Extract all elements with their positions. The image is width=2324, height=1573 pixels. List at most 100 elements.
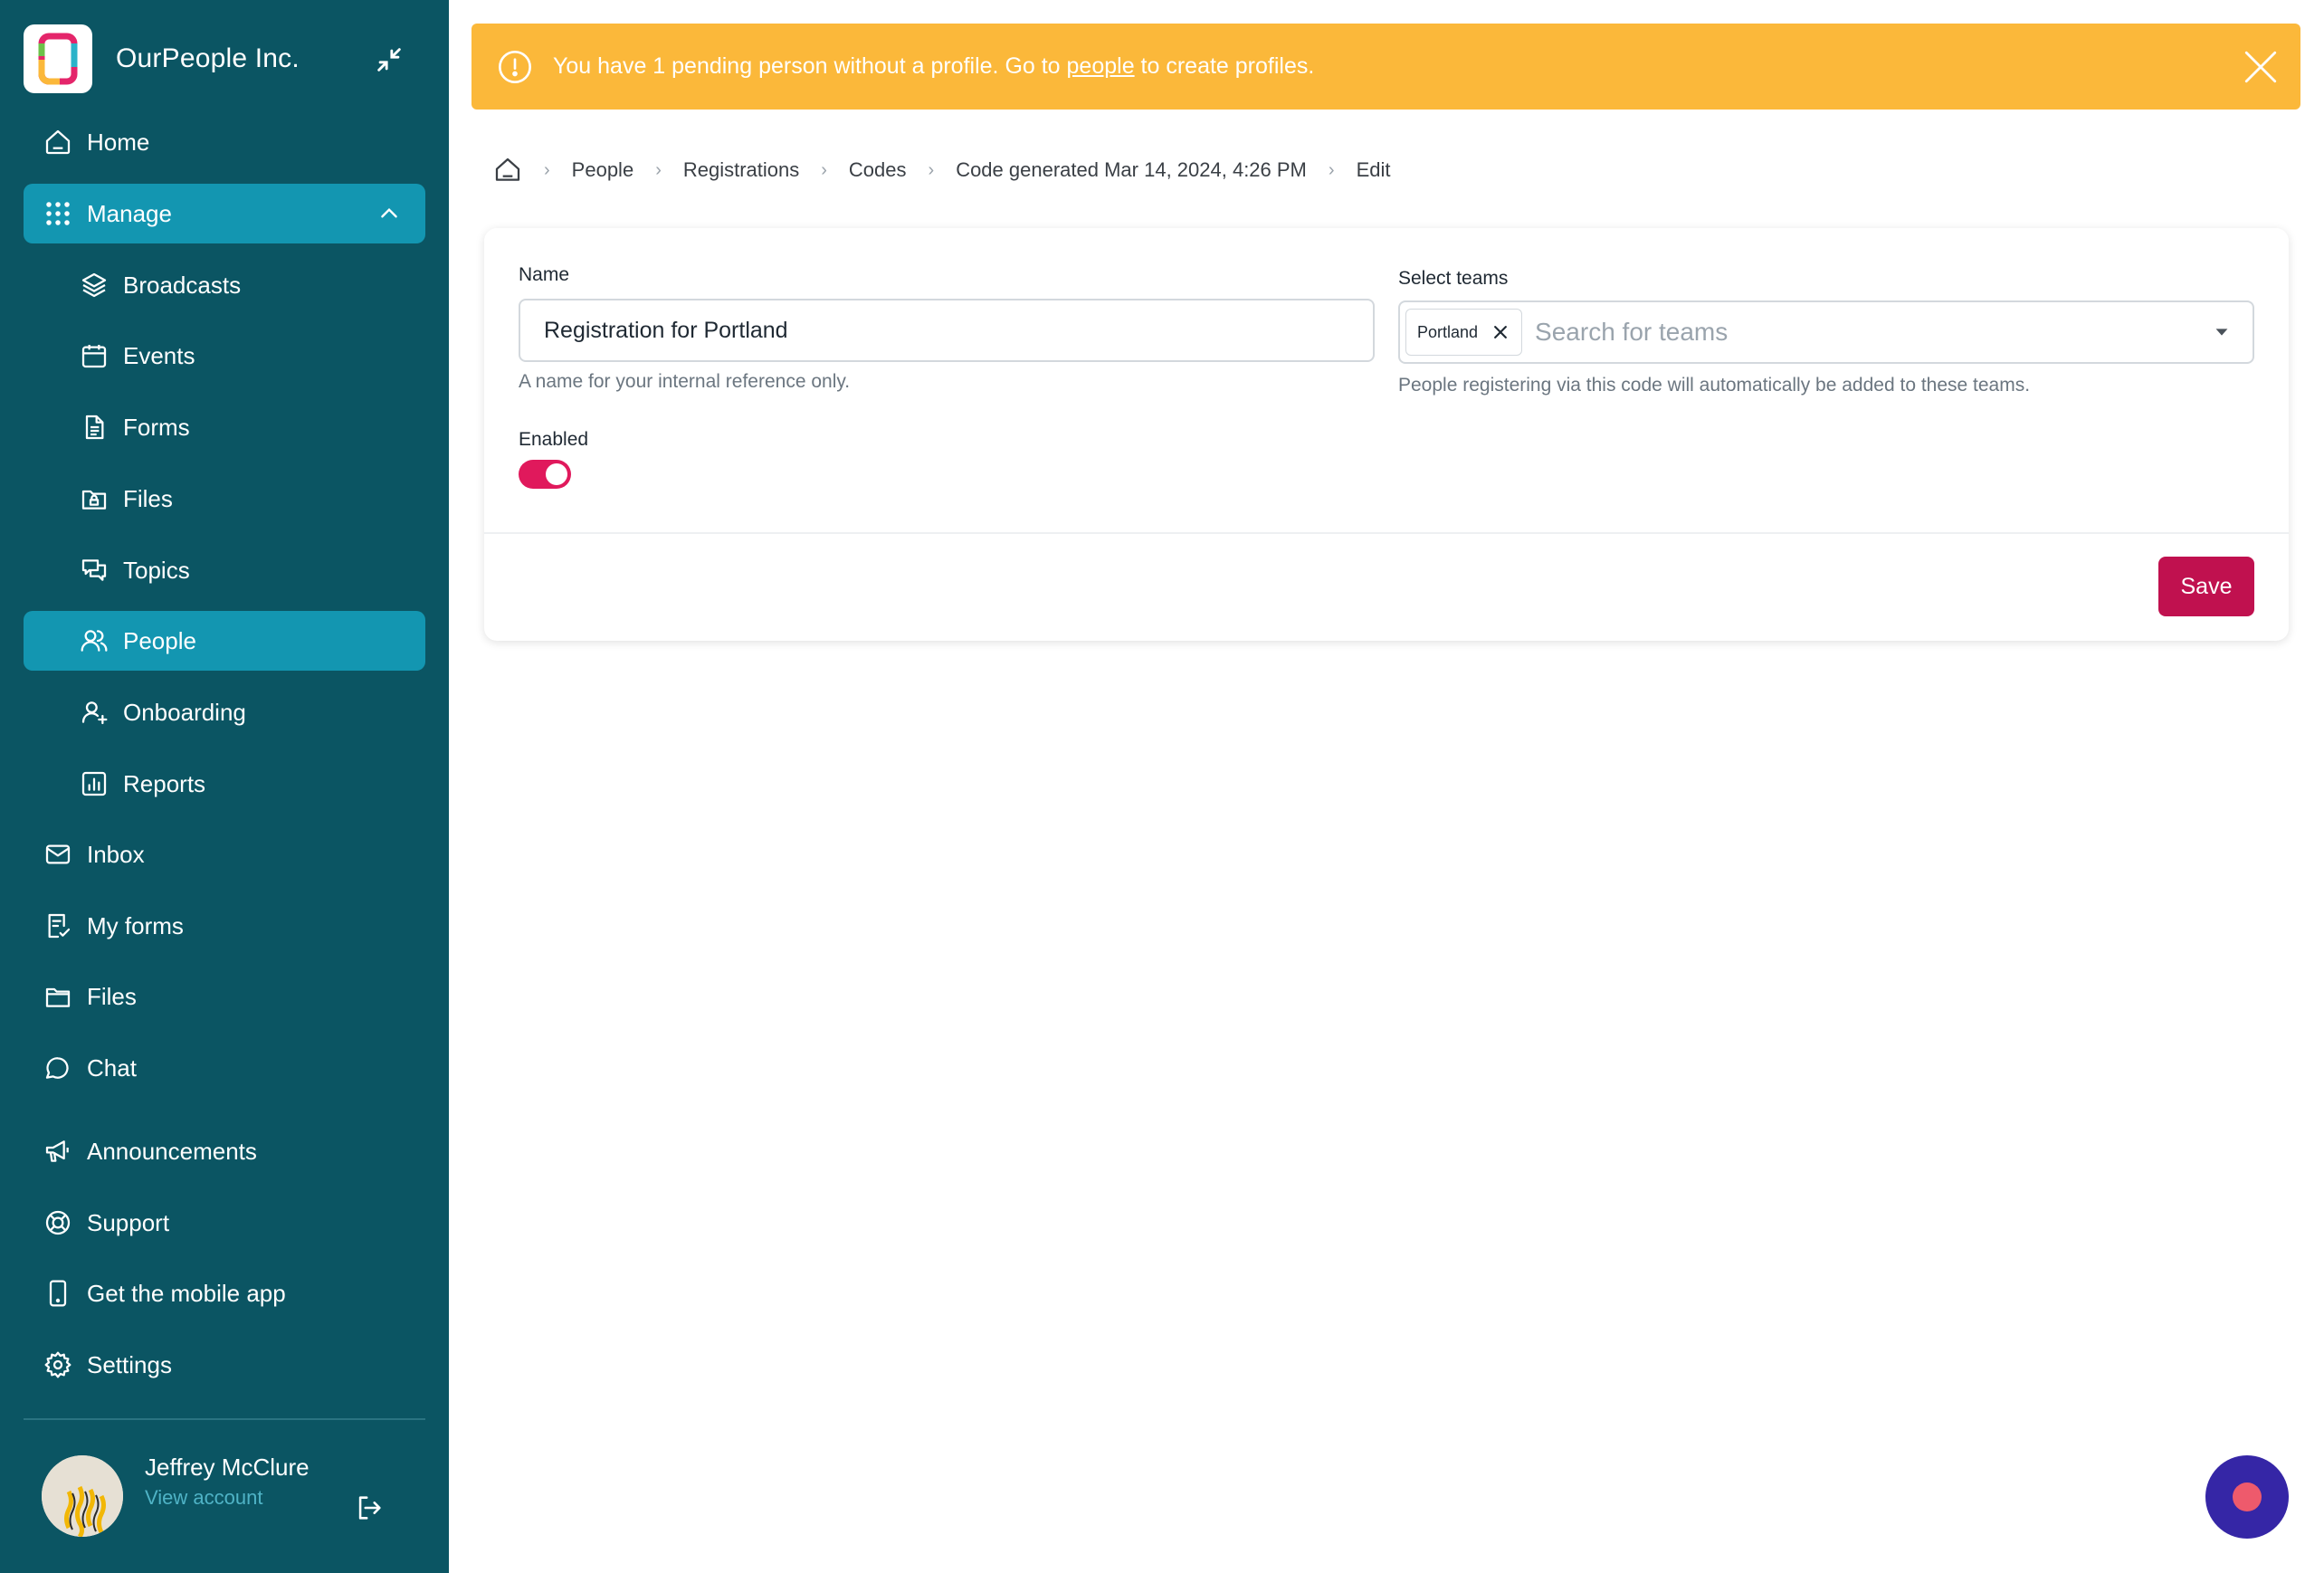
sidebar-item-forms[interactable]: Forms (24, 397, 425, 457)
collapse-icon (377, 48, 401, 72)
select-teams-label: Select teams (1398, 268, 1509, 289)
sidebar-item-label: Onboarding (123, 698, 246, 726)
home-icon (40, 124, 76, 160)
chevron-right-icon: › (655, 159, 662, 180)
sidebar-item-manage[interactable]: Manage (24, 184, 425, 243)
sidebar-item-label: People (123, 626, 196, 654)
name-input[interactable]: Registration for Portland (519, 299, 1375, 362)
remove-team-icon[interactable] (1491, 322, 1510, 342)
banner-message: You have 1 pending person without a prof… (553, 53, 1314, 80)
banner-people-link[interactable]: people (1067, 53, 1135, 79)
company-logo[interactable] (24, 24, 92, 93)
sidebar-item-label: Home (87, 128, 150, 156)
logout-icon (358, 1496, 381, 1520)
enabled-label: Enabled (519, 429, 589, 450)
sidebar-item-mobile-app[interactable]: Get the mobile app (24, 1263, 425, 1323)
enabled-toggle[interactable] (519, 460, 571, 489)
breadcrumb-people[interactable]: People (572, 158, 634, 182)
bar-chart-icon (76, 766, 112, 802)
lifebuoy-icon (40, 1205, 76, 1241)
view-account-link[interactable]: View account (145, 1486, 262, 1510)
chevron-right-icon: › (1328, 159, 1335, 180)
sidebar-item-label: Files (87, 982, 137, 1010)
sidebar-item-reports[interactable]: Reports (24, 754, 425, 814)
logout-button[interactable] (349, 1488, 389, 1528)
checklist-icon (40, 908, 76, 944)
user-name: Jeffrey McClure (145, 1454, 310, 1481)
sidebar-item-label: Settings (87, 1350, 172, 1378)
chevron-right-icon: › (821, 159, 827, 180)
user-account[interactable]: Jeffrey McClure View account (24, 1448, 425, 1548)
chevron-right-icon: › (928, 159, 935, 180)
sidebar-item-label: Chat (87, 1053, 137, 1082)
layers-icon (76, 267, 112, 303)
sidebar-item-broadcasts[interactable]: Broadcasts (24, 255, 425, 315)
sidebar-item-label: Files (123, 484, 173, 512)
brand-header: OurPeople Inc. (24, 24, 425, 94)
sidebar-item-chat[interactable]: Chat (24, 1038, 425, 1098)
grid-icon (40, 195, 76, 232)
sidebar-item-inbox[interactable]: Inbox (24, 825, 425, 884)
caret-down-icon[interactable] (2204, 314, 2240, 350)
gear-icon (40, 1347, 76, 1383)
sidebar-item-label: Inbox (87, 840, 145, 868)
teams-help-text: People registering via this code will au… (1398, 375, 2031, 396)
teams-select[interactable]: Portland Search for teams (1398, 300, 2254, 364)
megaphone-icon (40, 1133, 76, 1169)
calendar-icon (76, 338, 112, 374)
sidebar-item-label: Reports (123, 769, 206, 797)
sidebar-item-label: Topics (123, 556, 190, 584)
sidebar-item-people[interactable]: People (24, 611, 425, 671)
name-input-value: Registration for Portland (544, 317, 788, 343)
sidebar-item-files[interactable]: Files (24, 967, 425, 1026)
save-button[interactable]: Save (2158, 557, 2254, 616)
sidebar-item-label: Manage (87, 199, 172, 227)
folder-icon (40, 978, 76, 1015)
user-plus-icon (76, 694, 112, 730)
mail-icon (40, 836, 76, 872)
help-chat-button[interactable] (2205, 1455, 2289, 1539)
sidebar-divider (24, 1418, 425, 1420)
info-circle-icon (495, 47, 535, 87)
breadcrumb-edit: Edit (1356, 158, 1391, 181)
people-icon (76, 623, 112, 659)
breadcrumb-home-icon[interactable] (493, 156, 522, 185)
teams-search-input[interactable]: Search for teams (1535, 318, 2204, 347)
banner-close-button[interactable] (2239, 45, 2282, 89)
org-name: OurPeople Inc. (116, 43, 300, 73)
chevron-up-icon[interactable] (371, 195, 407, 232)
folder-lock-icon (76, 481, 112, 517)
sidebar-item-events[interactable]: Events (24, 326, 425, 386)
chat-launcher-icon (2233, 1482, 2262, 1511)
registration-edit-form: Name Registration for Portland A name fo… (484, 228, 2289, 641)
breadcrumb: › People › Registrations › Codes › Code … (493, 152, 1390, 188)
close-icon (2244, 51, 2277, 83)
team-chip-label: Portland (1417, 322, 1479, 341)
pending-profiles-banner: You have 1 pending person without a prof… (471, 24, 2300, 110)
sidebar-item-home[interactable]: Home (24, 112, 425, 172)
sidebar-item-label: Get the mobile app (87, 1279, 286, 1307)
breadcrumb-registrations[interactable]: Registrations (683, 158, 799, 182)
name-label: Name (519, 264, 570, 285)
phone-icon (40, 1275, 76, 1311)
sidebar-item-support[interactable]: Support (24, 1193, 425, 1253)
document-icon (76, 409, 112, 445)
collapse-sidebar-button[interactable] (369, 40, 409, 80)
sidebar-item-onboarding[interactable]: Onboarding (24, 682, 425, 742)
sidebar-item-my-forms[interactable]: My forms (24, 896, 425, 956)
toggle-knob (546, 463, 567, 485)
sidebar-item-manage-files[interactable]: Files (24, 469, 425, 529)
avatar[interactable] (42, 1455, 123, 1537)
sidebar-item-label: My forms (87, 911, 184, 939)
sidebar-item-settings[interactable]: Settings (24, 1335, 425, 1395)
sidebar-item-label: Announcements (87, 1137, 257, 1165)
chat-bubbles-icon (76, 552, 112, 588)
sidebar-item-label: Support (87, 1208, 170, 1236)
chat-icon (40, 1050, 76, 1086)
breadcrumb-code[interactable]: Code generated Mar 14, 2024, 4:26 PM (956, 158, 1307, 182)
sidebar-item-announcements[interactable]: Announcements (24, 1121, 425, 1181)
sidebar-item-topics[interactable]: Topics (24, 540, 425, 600)
name-help-text: A name for your internal reference only. (519, 371, 851, 392)
breadcrumb-codes[interactable]: Codes (849, 158, 907, 182)
sidebar-item-label: Broadcasts (123, 271, 242, 299)
